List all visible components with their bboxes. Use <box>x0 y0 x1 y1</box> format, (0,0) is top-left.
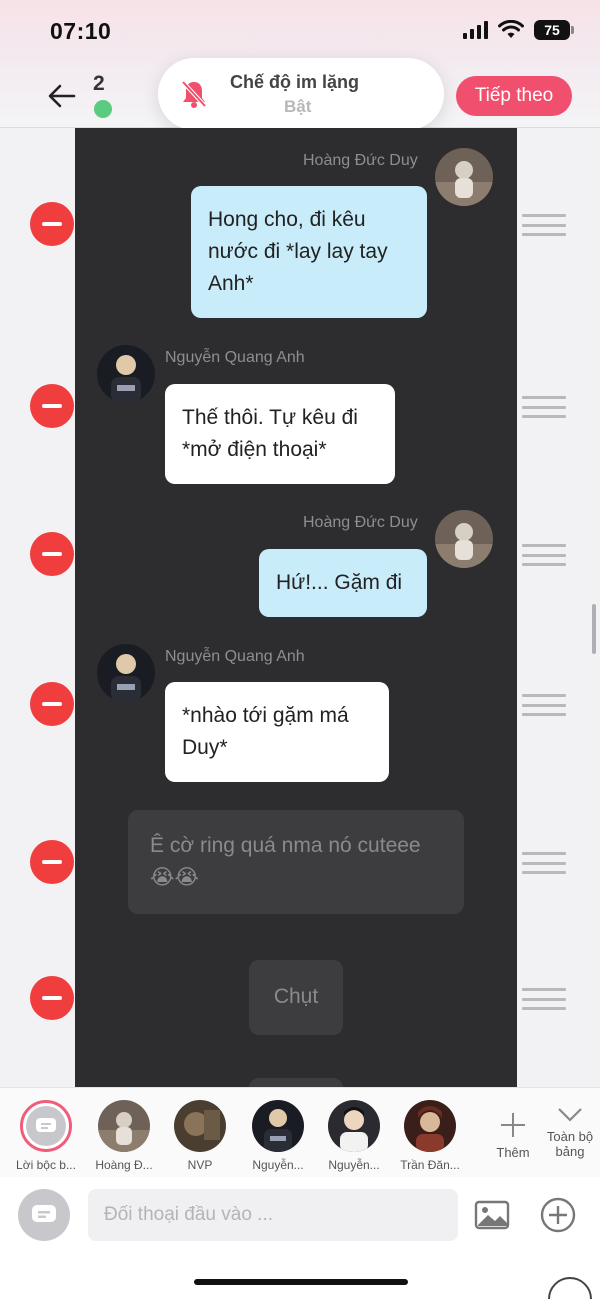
wifi-icon <box>498 20 524 38</box>
avatar <box>97 345 155 403</box>
message-icon <box>36 1118 56 1132</box>
delete-message-button[interactable] <box>30 682 74 726</box>
scroll-up-button[interactable] <box>548 1277 592 1299</box>
drag-handle-icon[interactable] <box>522 852 566 874</box>
character-label: Lời bộc b... <box>16 1158 76 1172</box>
character-nvp[interactable]: NVP <box>164 1100 236 1172</box>
avatar-quang-anh-icon <box>97 644 155 702</box>
drag-handle-icon[interactable] <box>522 694 566 716</box>
avatar-quang-anh-icon <box>97 345 155 403</box>
message-icon <box>32 1205 56 1222</box>
status-icons: 75 <box>463 20 574 40</box>
battery-icon: 75 <box>534 20 574 40</box>
avatar <box>404 1100 456 1152</box>
narration-bubble[interactable]: Ê cờ ring quá nma nó cuteee 😭😭 <box>128 810 464 914</box>
arrow-left-icon <box>48 84 76 108</box>
scrollbar[interactable] <box>592 604 596 654</box>
drag-handle-icon[interactable] <box>522 544 566 566</box>
character-strip: Lời bộc b... Hoàng Đ... NVP Nguyễn... Ng… <box>0 1087 600 1177</box>
character-label: Hoàng Đ... <box>95 1158 153 1172</box>
check-icon <box>94 100 112 118</box>
silent-mode-toast[interactable]: Chế độ im lặng Bật <box>158 58 444 130</box>
delete-message-button[interactable] <box>30 532 74 576</box>
message-bubble[interactable]: Thế thôi. Tự kêu đi *mở điện thoại* <box>165 384 395 484</box>
delete-message-button[interactable] <box>30 840 74 884</box>
more-label: Thêm <box>496 1145 530 1160</box>
drag-handle-icon[interactable] <box>522 396 566 418</box>
sender-name: Hoàng Đức Duy <box>303 152 418 169</box>
drag-handle-icon[interactable] <box>522 214 566 236</box>
sender-name: Nguyễn Quang Anh <box>165 349 305 366</box>
image-icon[interactable] <box>474 1199 510 1231</box>
avatar <box>20 1100 72 1152</box>
back-button[interactable] <box>42 76 82 116</box>
message-bubble[interactable]: *nhào tới gặm má Duy* <box>165 682 389 782</box>
sender-name: Hoàng Đức Duy <box>303 514 418 531</box>
avatar <box>328 1100 380 1152</box>
dialogue-input[interactable] <box>88 1189 458 1241</box>
avatar <box>435 510 493 568</box>
selected-count: 2 <box>93 72 105 95</box>
character-tran-dang[interactable]: Trần Đăn... <box>394 1100 466 1172</box>
chat-preview: Hoàng Đức Duy Hong cho, đi kêu nước đi *… <box>75 128 517 1090</box>
avatar-duy-icon <box>435 510 493 568</box>
character-label: Nguyễn... <box>252 1158 304 1172</box>
silent-mode-title: Chế độ im lặng <box>230 72 360 92</box>
character-nguyen-2[interactable]: Nguyễn... <box>318 1100 390 1172</box>
add-character-button[interactable]: Thêm <box>490 1098 536 1160</box>
character-label: Nguyễn... <box>328 1158 380 1172</box>
chevron-down-icon <box>558 1108 582 1122</box>
next-button[interactable]: Tiếp theo <box>456 76 572 116</box>
status-time: 07:10 <box>50 18 112 44</box>
message-bubble[interactable]: Hong cho, đi kêu nước đi *lay lay tay An… <box>191 186 427 318</box>
character-label: NVP <box>187 1158 213 1172</box>
all-label: Toàn bộ bảng <box>546 1129 594 1159</box>
silent-mode-state: Bật <box>284 97 312 116</box>
character-nguyen-1[interactable]: Nguyễn... <box>242 1100 314 1172</box>
avatar <box>252 1100 304 1152</box>
top-bar: 07:10 75 2 Chế độ im lặng Bật Tiếp theo <box>0 0 600 130</box>
input-bar <box>0 1177 600 1299</box>
avatar <box>174 1100 226 1152</box>
plus-icon <box>501 1113 525 1137</box>
cellular-signal-icon <box>463 21 488 39</box>
message-bubble[interactable]: Hứ!... Gặm đi <box>259 549 427 617</box>
character-narration[interactable]: Lời bộc b... <box>10 1100 82 1172</box>
delete-message-button[interactable] <box>30 384 74 428</box>
avatar <box>98 1100 150 1152</box>
chat-edit-screen: 07:10 75 2 Chế độ im lặng Bật Tiếp theo … <box>0 0 600 1299</box>
sender-name: Nguyễn Quang Anh <box>165 648 305 665</box>
narration-bubble[interactable]: Chụt <box>249 960 343 1035</box>
delete-message-button[interactable] <box>30 976 74 1020</box>
show-all-button[interactable]: Toàn bộ bảng <box>540 1098 600 1159</box>
avatar <box>97 644 155 702</box>
avatar <box>435 148 493 206</box>
character-hoang-duc-duy[interactable]: Hoàng Đ... <box>88 1100 160 1172</box>
avatar-duy-icon <box>435 148 493 206</box>
character-label: Trần Đăn... <box>400 1158 460 1172</box>
narration-toggle-button[interactable] <box>18 1189 70 1241</box>
bell-off-icon <box>181 80 207 108</box>
home-indicator <box>194 1279 408 1285</box>
add-circle-icon[interactable] <box>538 1195 578 1235</box>
drag-handle-icon[interactable] <box>522 988 566 1010</box>
delete-message-button[interactable] <box>30 202 74 246</box>
